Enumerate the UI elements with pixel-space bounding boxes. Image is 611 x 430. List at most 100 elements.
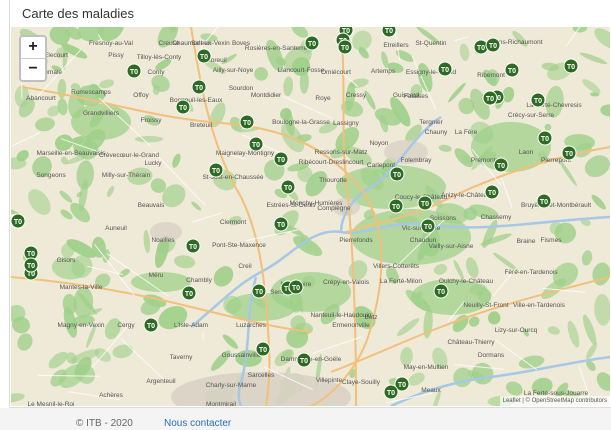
marker-label: T0 bbox=[212, 168, 220, 175]
disease-marker[interactable]: T0 bbox=[191, 79, 207, 95]
place-label: Charly-sur-Marne bbox=[206, 382, 257, 389]
map-canvas[interactable]: Saleux BovesFresnoy-au-Val CreuseRosières-… bbox=[11, 27, 610, 406]
disease-marker[interactable]: T0 bbox=[181, 285, 197, 301]
marker-label: T0 bbox=[341, 45, 349, 52]
place-label: Artemps bbox=[371, 68, 396, 75]
disease-marker[interactable]: T0 bbox=[504, 62, 520, 78]
disease-marker[interactable]: T0 bbox=[175, 99, 191, 115]
place-label: La Fère bbox=[455, 129, 478, 136]
disease-marker[interactable]: T0 bbox=[389, 166, 405, 182]
disease-marker[interactable]: T0 bbox=[280, 179, 296, 195]
place-label: Conty bbox=[148, 69, 166, 76]
place-label: Breteuil bbox=[190, 122, 213, 129]
place-label: Neuilly-St-Front bbox=[463, 302, 508, 309]
disease-marker[interactable]: T0 bbox=[296, 352, 312, 368]
disease-marker[interactable]: T0 bbox=[484, 184, 500, 200]
place-label: Dormans bbox=[478, 352, 505, 359]
disease-marker[interactable]: T0 bbox=[337, 39, 353, 55]
place-label: Montmirail bbox=[206, 401, 237, 406]
disease-marker[interactable]: T0 bbox=[433, 283, 449, 299]
marker-label: T0 bbox=[393, 172, 401, 179]
place-label: Creil bbox=[238, 263, 252, 270]
place-label: Romescamps bbox=[71, 89, 111, 96]
marker-label: T0 bbox=[255, 289, 263, 296]
map-attribution[interactable]: Leaflet | © OpenStreetMap contributors bbox=[499, 396, 610, 406]
marker-label: T0 bbox=[189, 244, 197, 251]
place-label: Ville-en-Tardenois bbox=[513, 302, 566, 309]
disease-marker[interactable]: T0 bbox=[196, 48, 212, 64]
place-label: Lizy-sur-Ourcq bbox=[495, 327, 538, 334]
place-label: Liancourt-Fosse bbox=[278, 67, 325, 74]
place-label: Noyon bbox=[370, 140, 389, 147]
place-label: Marseille-en-Beauvaisis bbox=[37, 150, 107, 157]
contact-link[interactable]: Nous contacter bbox=[164, 418, 231, 429]
marker-label: T0 bbox=[130, 69, 138, 76]
disease-marker[interactable]: T0 bbox=[255, 341, 271, 357]
disease-marker[interactable]: T0 bbox=[273, 216, 289, 232]
disease-marker[interactable]: T0 bbox=[485, 37, 501, 53]
place-label: Chauny bbox=[425, 129, 448, 136]
place-label: Roye bbox=[315, 95, 331, 102]
place-label: Cressy bbox=[346, 92, 367, 99]
disease-marker[interactable]: T0 bbox=[417, 195, 433, 211]
disease-marker[interactable]: T0 bbox=[273, 151, 289, 167]
marker-label: T0 bbox=[486, 96, 494, 103]
marker-label: T0 bbox=[489, 43, 497, 50]
disease-marker[interactable]: T0 bbox=[388, 198, 404, 214]
marker-label: T0 bbox=[27, 263, 35, 270]
marker-label: T0 bbox=[308, 41, 316, 48]
place-label: Villers-Cotterêts bbox=[373, 263, 420, 270]
place-label: Songeons bbox=[36, 172, 66, 179]
marker-label: T0 bbox=[392, 204, 400, 211]
place-label: Auneuil bbox=[105, 225, 127, 232]
place-label: Ribécourt-Dreslincourt bbox=[299, 159, 364, 166]
disease-marker[interactable]: T0 bbox=[23, 257, 39, 273]
zoom-out-button[interactable]: − bbox=[21, 59, 45, 80]
marker-label: T0 bbox=[292, 285, 300, 292]
place-label: Folembray bbox=[401, 157, 432, 164]
disease-marker[interactable]: T0 bbox=[304, 35, 320, 51]
disease-marker[interactable]: T0 bbox=[493, 157, 509, 173]
place-label: Offoy bbox=[133, 92, 149, 99]
place-label: Lucky bbox=[145, 160, 163, 167]
marker-label: T0 bbox=[565, 151, 573, 158]
disease-marker[interactable]: T0 bbox=[482, 90, 498, 106]
disease-marker[interactable]: T0 bbox=[239, 114, 255, 130]
place-label: Pissy bbox=[108, 52, 124, 59]
disease-marker[interactable]: T0 bbox=[208, 162, 224, 178]
place-label: Chambly bbox=[186, 277, 212, 284]
disease-marker[interactable]: T0 bbox=[248, 136, 264, 152]
disease-marker[interactable]: T0 bbox=[143, 317, 159, 333]
disease-marker[interactable]: T0 bbox=[185, 238, 201, 254]
marker-label: T0 bbox=[441, 67, 449, 74]
disease-map[interactable]: Saleux Boves Fresnoy-au-Val Creuse Rosières-… bbox=[11, 27, 610, 406]
place-label: Falaises bbox=[404, 93, 429, 100]
disease-marker[interactable]: T0 bbox=[437, 61, 453, 77]
disease-marker[interactable]: T0 bbox=[11, 213, 26, 229]
disease-marker[interactable]: T0 bbox=[126, 63, 142, 79]
marker-label: T0 bbox=[195, 85, 203, 92]
place-label: Meaux bbox=[421, 387, 441, 394]
marker-label: T0 bbox=[421, 201, 429, 208]
place-label: L'Isle-Adam bbox=[174, 322, 208, 329]
disease-marker[interactable]: T0 bbox=[563, 58, 579, 74]
disease-marker[interactable]: T0 bbox=[251, 283, 267, 299]
place-label: Montdidier bbox=[251, 92, 282, 99]
disease-marker[interactable]: T0 bbox=[530, 92, 546, 108]
marker-label: T0 bbox=[284, 185, 292, 192]
place-label: Compiègne bbox=[317, 205, 351, 212]
place-label: Chaudun bbox=[410, 237, 437, 244]
place-label: La Ferté-Milon bbox=[380, 278, 422, 285]
disease-marker[interactable]: T0 bbox=[288, 279, 304, 295]
disease-marker[interactable]: T0 bbox=[383, 384, 399, 400]
disease-marker[interactable]: T0 bbox=[420, 218, 436, 234]
place-label: Bruyères-et-Montbérault bbox=[521, 202, 591, 209]
place-label: Nanteuil-le-Haudouin bbox=[310, 312, 371, 319]
place-label: Gisors bbox=[57, 257, 77, 264]
disease-marker[interactable]: T0 bbox=[561, 145, 577, 161]
disease-marker[interactable]: T0 bbox=[536, 193, 552, 209]
zoom-in-button[interactable]: + bbox=[21, 37, 45, 59]
disease-marker[interactable]: T0 bbox=[537, 130, 553, 146]
marker-label: T0 bbox=[540, 199, 548, 206]
marker-label: T0 bbox=[534, 98, 542, 105]
